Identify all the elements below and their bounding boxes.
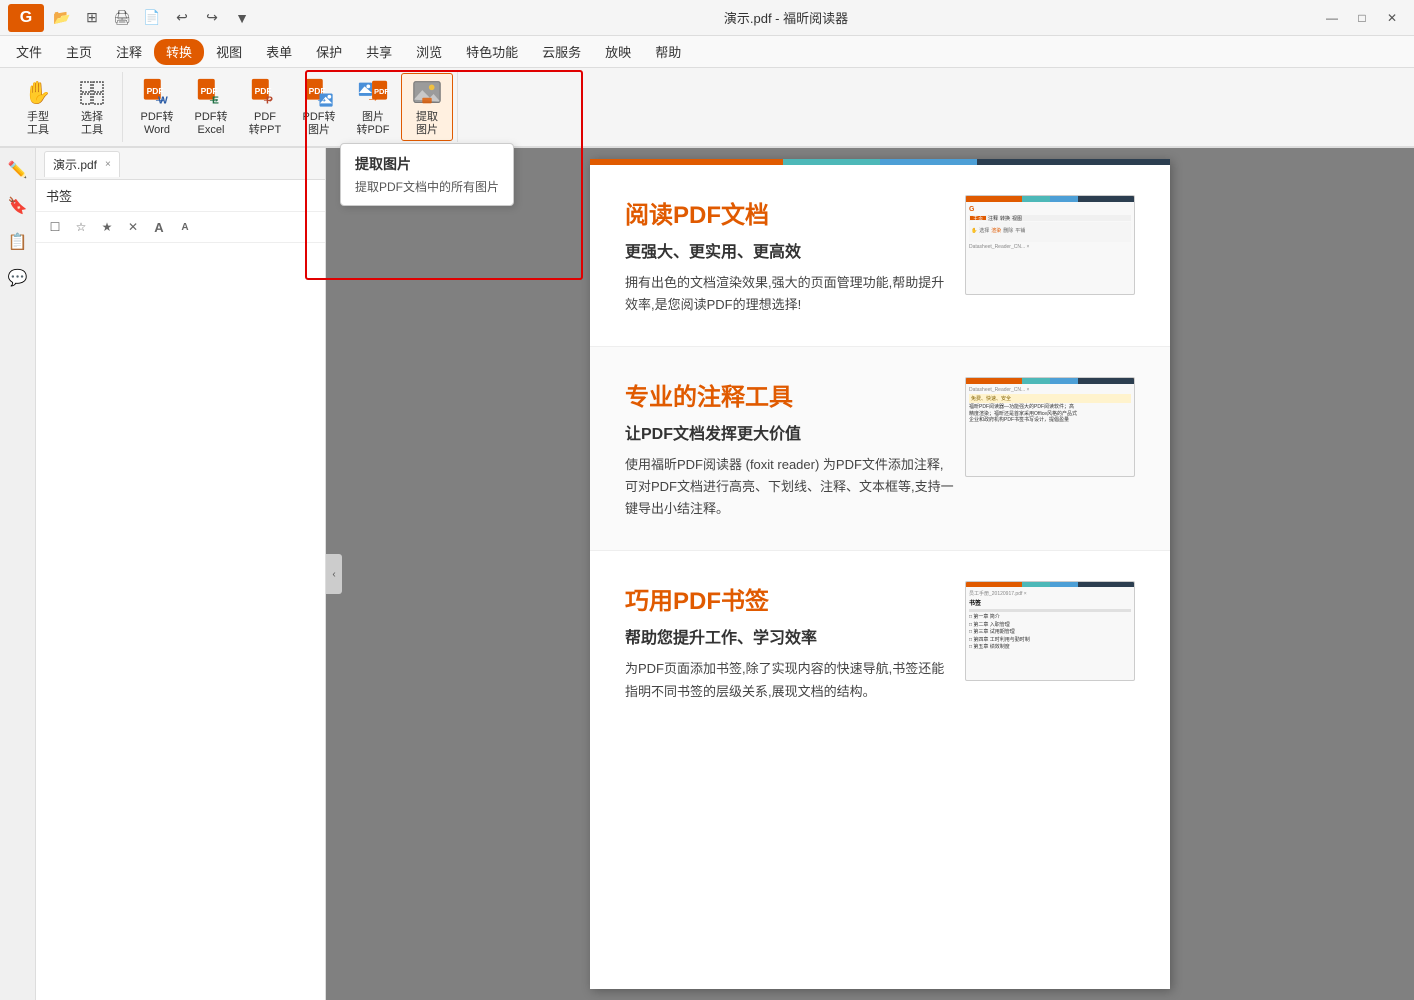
bookmark-add-icon[interactable]: ☐ <box>44 216 66 238</box>
pdf-to-word-button[interactable]: PDF W → PDF转Word <box>131 73 183 141</box>
window-controls: — □ ✕ <box>1318 7 1406 29</box>
tab-bar: 演示.pdf × <box>36 148 325 180</box>
pdf-to-word-icon: PDF W → <box>141 77 173 109</box>
print-icon[interactable]: 🖨 <box>110 6 134 30</box>
extract-image-button[interactable]: 提取图片 <box>401 73 453 141</box>
menu-share[interactable]: 共享 <box>354 39 404 65</box>
toolbar: ✋ 手型工具 选择工具 PDF W → <box>0 68 1414 148</box>
comment-icon[interactable]: 💬 <box>4 264 32 292</box>
menu-home[interactable]: 主页 <box>54 39 104 65</box>
hand-icon: ✋ <box>22 77 54 109</box>
image-to-pdf-icon: PDF → <box>357 77 389 109</box>
svg-text:→: → <box>315 90 328 105</box>
pages-icon[interactable]: 📋 <box>4 228 32 256</box>
redo-icon[interactable]: ↪ <box>200 6 224 30</box>
select-tool-button[interactable]: 选择工具 <box>66 73 118 141</box>
title-bar: G 📂 ⊞ 🖨 📄 ↩ ↪ ▼ 演示.pdf - 福昕阅读器 — □ ✕ <box>0 0 1414 36</box>
side-panel-icons: ✏️ 🔖 📋 💬 <box>0 148 36 1000</box>
svg-text:→: → <box>207 90 220 105</box>
tab-label: 演示.pdf <box>53 156 97 173</box>
menu-bar: 文件 主页 注释 转换 视图 表单 保护 共享 浏览 特色功能 云服务 放映 帮… <box>0 36 1414 68</box>
menu-annotate[interactable]: 注释 <box>104 39 154 65</box>
window-title: 演示.pdf - 福昕阅读器 <box>260 8 1312 27</box>
tab-close-icon[interactable]: × <box>105 159 111 170</box>
bookmark-delete-icon[interactable]: ✕ <box>122 216 144 238</box>
menu-view[interactable]: 视图 <box>204 39 254 65</box>
pdf-preview: G 主页 注释 转换 视图 ✋ 选择 渲染 删除 平铺 <box>590 159 1170 989</box>
svg-text:→: → <box>366 89 379 104</box>
tooltip-desc: 提取PDF文档中的所有图片 <box>355 178 499 195</box>
svg-text:→: → <box>153 90 166 105</box>
mini-screenshot-3: 员工手册_20120917.pdf × 书签 □ 第一章 简介 □ 第二章 入职… <box>965 581 1135 681</box>
bookmark-panel: 书签 ☐ ☆ ★ ✕ A A <box>36 180 325 1000</box>
hand-tool-button[interactable]: ✋ 手型工具 <box>12 73 64 141</box>
toolbar-group-convert: PDF W → PDF转Word PDF E → PDF转Excel <box>127 72 458 142</box>
menu-convert[interactable]: 转换 <box>154 39 204 65</box>
menu-protect[interactable]: 保护 <box>304 39 354 65</box>
toolbar-group-tools: ✋ 手型工具 选择工具 <box>8 72 123 142</box>
customise-icon[interactable]: ▼ <box>230 6 254 30</box>
bookmark-text-small-icon[interactable]: A <box>174 216 196 238</box>
tooltip-title: 提取图片 <box>355 154 499 174</box>
bookmark-star-icon[interactable]: ☆ <box>70 216 92 238</box>
bookmark-text-large-icon[interactable]: A <box>148 216 170 238</box>
maximize-button[interactable]: □ <box>1348 7 1376 29</box>
pdf-section-1: G 主页 注释 转换 视图 ✋ 选择 渲染 删除 平铺 <box>590 165 1170 347</box>
pen-tool-icon[interactable]: ✏️ <box>4 156 32 184</box>
pdf-to-excel-button[interactable]: PDF E → PDF转Excel <box>185 73 237 141</box>
minimize-button[interactable]: — <box>1318 7 1346 29</box>
bookmark-header: 书签 <box>36 180 325 212</box>
mini-screenshot-1: G 主页 注释 转换 视图 ✋ 选择 渲染 删除 平铺 <box>965 195 1135 295</box>
menu-file[interactable]: 文件 <box>4 39 54 65</box>
left-panel: 演示.pdf × 书签 ☐ ☆ ★ ✕ A A <box>36 148 326 1000</box>
content-area: ‹ <box>326 148 1414 1000</box>
pdf-to-image-icon: PDF → <box>303 77 335 109</box>
pdf-section-2: Datasheet_Reader_CN... × 免费、快速、安全 福昕PDF阅… <box>590 347 1170 551</box>
logo-button[interactable]: G <box>8 4 44 32</box>
menu-present[interactable]: 放映 <box>593 39 643 65</box>
collapse-panel-button[interactable]: ‹ <box>326 554 342 594</box>
newwin-icon[interactable]: ⊞ <box>80 6 104 30</box>
bookmark-toolbar: ☐ ☆ ★ ✕ A A <box>36 212 325 243</box>
menu-form[interactable]: 表单 <box>254 39 304 65</box>
newfile-icon[interactable]: 📄 <box>140 6 164 30</box>
mini-screenshot-2: Datasheet_Reader_CN... × 免费、快速、安全 福昕PDF阅… <box>965 377 1135 477</box>
bookmark-filled-icon[interactable]: ★ <box>96 216 118 238</box>
pdf-to-ppt-button[interactable]: PDF P → PDF转PPT <box>239 73 291 141</box>
menu-special[interactable]: 特色功能 <box>454 39 530 65</box>
extract-image-icon <box>411 77 443 109</box>
bookmark-icon[interactable]: 🔖 <box>4 192 32 220</box>
menu-browse[interactable]: 浏览 <box>404 39 454 65</box>
menu-help[interactable]: 帮助 <box>643 39 693 65</box>
pdf-to-excel-icon: PDF E → <box>195 77 227 109</box>
pdf-to-image-button[interactable]: PDF → PDF转图片 <box>293 73 345 141</box>
close-button[interactable]: ✕ <box>1378 7 1406 29</box>
pdf-color-bar-top <box>590 159 1170 165</box>
svg-text:→: → <box>261 90 274 105</box>
open-icon[interactable]: 📂 <box>50 6 74 30</box>
pdf-to-ppt-icon: PDF P → <box>249 77 281 109</box>
select-icon <box>76 77 108 109</box>
menu-cloud[interactable]: 云服务 <box>530 39 593 65</box>
main-area: ✏️ 🔖 📋 💬 演示.pdf × 书签 ☐ ☆ ★ ✕ A A <box>0 148 1414 1000</box>
tooltip-popup: 提取图片 提取PDF文档中的所有图片 <box>340 143 514 206</box>
doc-tab[interactable]: 演示.pdf × <box>44 151 120 177</box>
pdf-section-3: 员工手册_20120917.pdf × 书签 □ 第一章 简介 □ 第二章 入职… <box>590 551 1170 732</box>
undo-icon[interactable]: ↩ <box>170 6 194 30</box>
image-to-pdf-button[interactable]: PDF → 图片转PDF <box>347 73 399 141</box>
